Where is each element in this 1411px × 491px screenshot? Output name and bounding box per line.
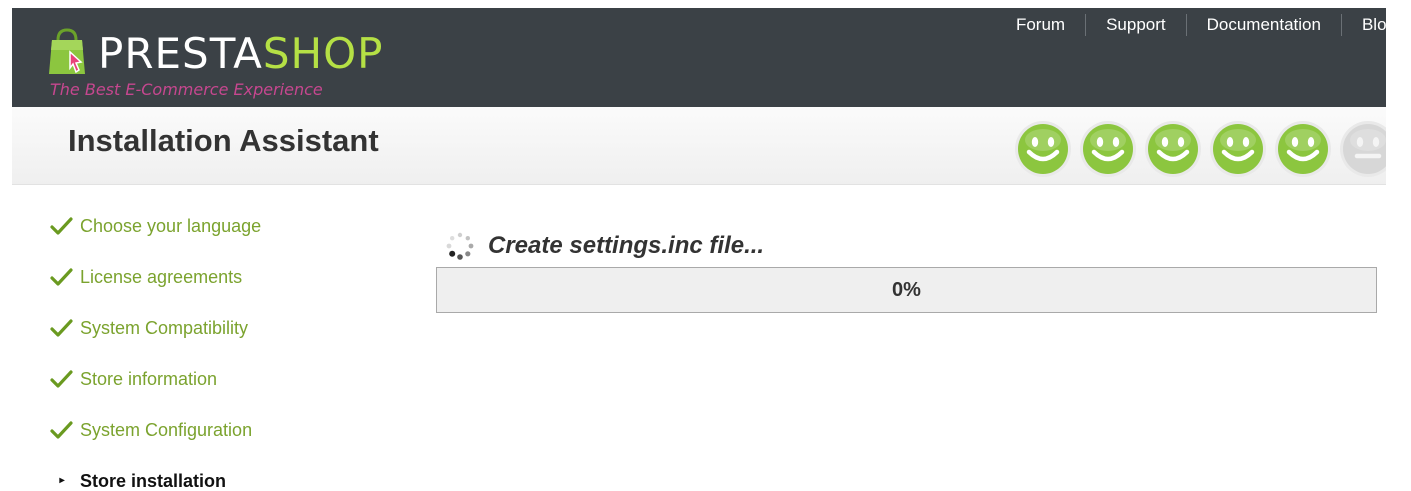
- logo-word-presta: PRESTA: [98, 29, 263, 78]
- logo-tagline: The Best E-Commerce Experience: [50, 80, 323, 99]
- step-label: Store installation: [80, 471, 227, 491]
- step-item-store-information: Store information: [50, 359, 390, 410]
- loading-spinner-icon: [446, 232, 474, 260]
- smiley-icon: [1339, 120, 1386, 178]
- step-label: Choose your language: [80, 216, 262, 236]
- smiley-icon: [1144, 120, 1202, 178]
- check-icon: [50, 319, 73, 337]
- step-item-choose-your-language: Choose your language: [50, 206, 390, 257]
- nav-link-blog[interactable]: Blog: [1342, 14, 1386, 36]
- step-item-system-compatibility: System Compatibility: [50, 308, 390, 359]
- shopping-bag-icon: [49, 28, 85, 74]
- progress-heading: Create settings.inc file...: [444, 230, 764, 262]
- install-progress-bar: 0%: [436, 267, 1377, 313]
- progress-percent-label: 0%: [892, 279, 921, 301]
- logo-word-shop: SHOP: [262, 29, 384, 78]
- step-item-store-installation: ▸ Store installation: [50, 461, 390, 491]
- step-label: System Configuration: [80, 420, 253, 440]
- top-navigation: Forum Support Documentation Blog: [996, 14, 1386, 36]
- check-icon: [50, 268, 73, 286]
- smiley-icon: [1274, 120, 1332, 178]
- title-band: Installation Assistant: [12, 107, 1386, 185]
- check-icon: [50, 370, 73, 388]
- check-icon: [50, 421, 73, 439]
- step-label: System Compatibility: [80, 318, 249, 338]
- progress-step-text: Create settings.inc file...: [488, 232, 765, 259]
- smiley-icon: [1209, 120, 1267, 178]
- check-icon: [50, 217, 73, 235]
- header-bar: PRESTASHOP The Best E-Commerce Experienc…: [12, 8, 1386, 107]
- step-label: License agreements: [80, 267, 243, 287]
- smiley-icon: [1079, 120, 1137, 178]
- nav-link-forum[interactable]: Forum: [996, 14, 1087, 36]
- installer-window: PRESTASHOP The Best E-Commerce Experienc…: [12, 8, 1386, 491]
- step-item-system-configuration: System Configuration: [50, 410, 390, 461]
- step-progress-smileys: [1014, 120, 1386, 178]
- step-item-license-agreements: License agreements: [50, 257, 390, 308]
- nav-link-documentation[interactable]: Documentation: [1187, 14, 1342, 36]
- steps-sidebar: Choose your language License agreements Sy…: [50, 206, 390, 491]
- smiley-icon: [1014, 120, 1072, 178]
- triangle-right-icon: ▸: [59, 475, 65, 486]
- prestashop-logo[interactable]: PRESTASHOP The Best E-Commerce Experienc…: [48, 20, 382, 100]
- logo-wordmark: PRESTASHOP: [98, 30, 383, 78]
- page-title: Installation Assistant: [68, 123, 379, 158]
- nav-link-support[interactable]: Support: [1086, 14, 1187, 36]
- step-label: Store information: [80, 369, 218, 389]
